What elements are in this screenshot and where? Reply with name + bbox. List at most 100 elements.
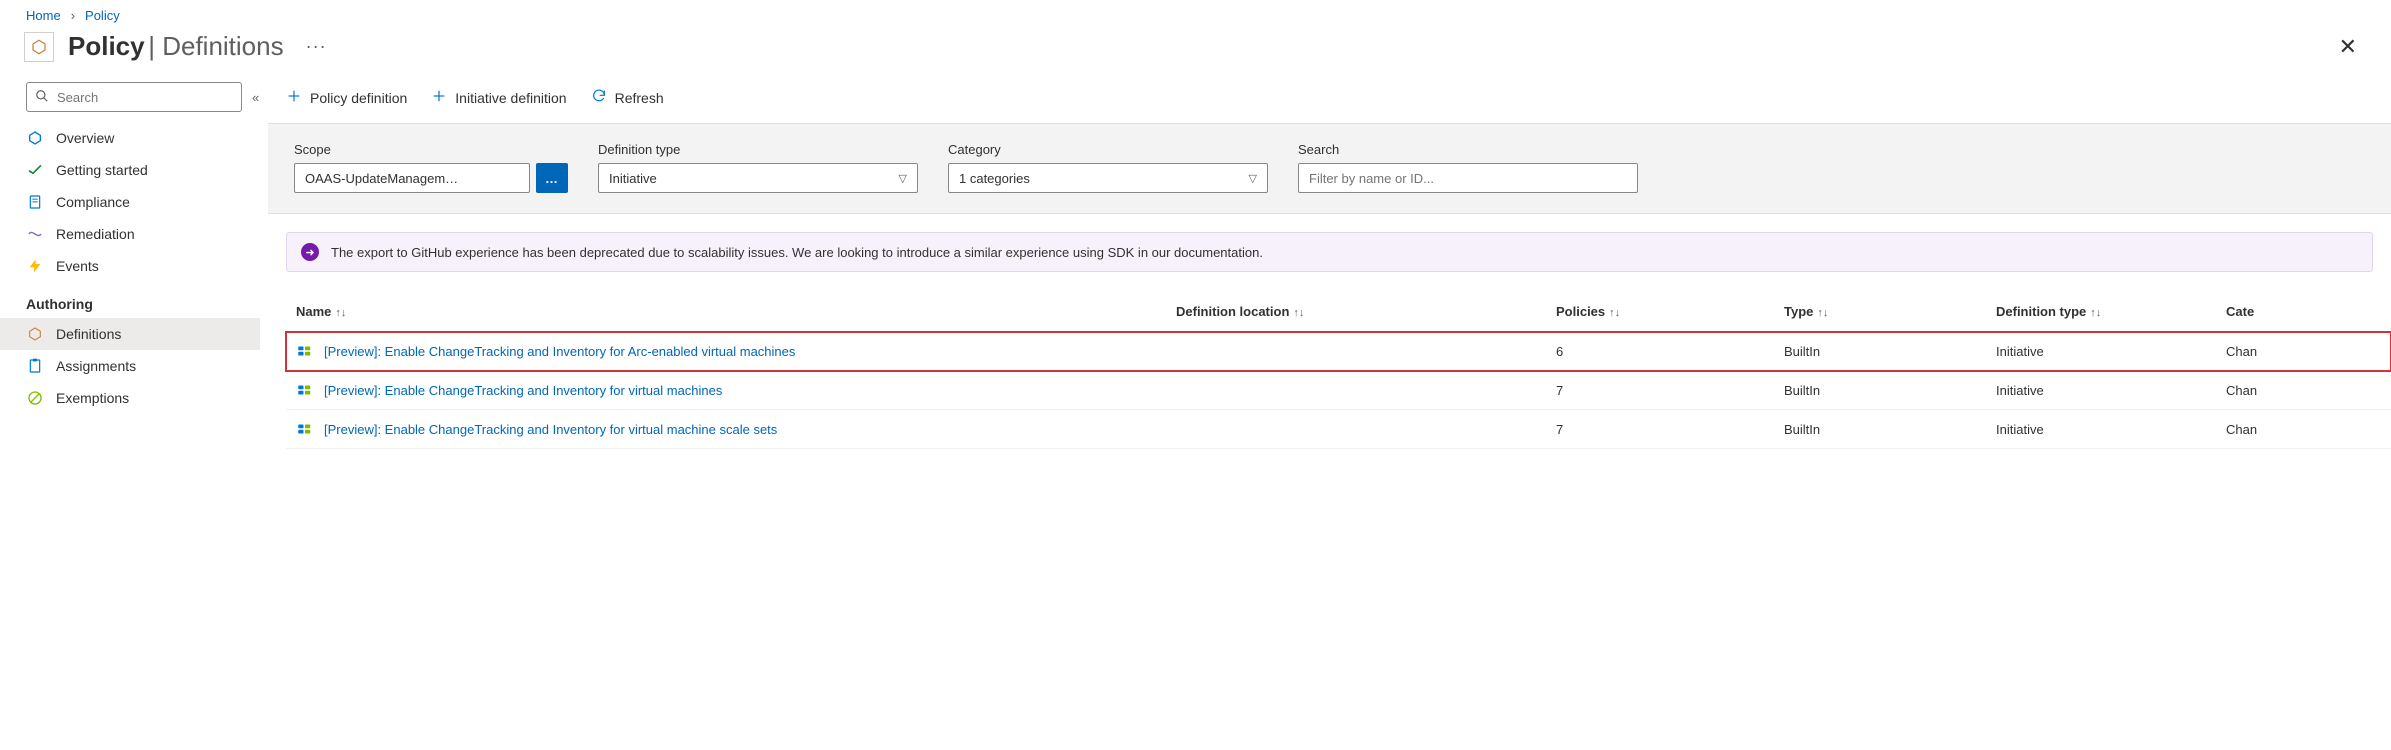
cell-location <box>1166 410 1546 449</box>
breadcrumb: Home › Policy <box>0 0 2391 27</box>
col-type[interactable]: Type↑↓ <box>1774 296 1986 332</box>
nav-events[interactable]: Events <box>0 250 260 282</box>
definition-name-link[interactable]: [Preview]: Enable ChangeTracking and Inv… <box>324 422 777 437</box>
table-row[interactable]: [Preview]: Enable ChangeTracking and Inv… <box>286 371 2391 410</box>
initiative-icon <box>296 342 314 360</box>
overview-icon <box>26 130 44 146</box>
col-category[interactable]: Cate <box>2216 296 2391 332</box>
filter-search-input[interactable] <box>1298 163 1638 193</box>
filter-category-select[interactable]: 1 categories ▽ <box>948 163 1268 193</box>
filter-search-label: Search <box>1298 142 1638 157</box>
sidebar-search-field[interactable] <box>57 90 233 105</box>
cell-category: Chan <box>2216 410 2391 449</box>
add-initiative-definition-button[interactable]: Initiative definition <box>431 88 566 107</box>
sort-icon: ↑↓ <box>1293 307 1304 319</box>
toolbar: Policy definition Initiative definition … <box>268 82 2391 123</box>
definition-name-link[interactable]: [Preview]: Enable ChangeTracking and Inv… <box>324 383 722 398</box>
col-name[interactable]: Name↑↓ <box>286 296 1166 332</box>
scope-picker-button[interactable]: … <box>536 163 568 193</box>
deprecation-banner: ➜ The export to GitHub experience has be… <box>286 232 2373 272</box>
nav-label: Getting started <box>56 162 148 178</box>
filter-scope-select[interactable]: OAAS-UpdateManagem… <box>294 163 530 193</box>
toolbar-label: Refresh <box>615 90 664 106</box>
refresh-icon <box>591 88 607 107</box>
nav-assignments[interactable]: Assignments <box>0 350 260 382</box>
add-policy-definition-button[interactable]: Policy definition <box>286 88 407 107</box>
compliance-icon <box>26 194 44 210</box>
refresh-button[interactable]: Refresh <box>591 88 664 107</box>
filter-category-label: Category <box>948 142 1268 157</box>
nav-overview[interactable]: Overview <box>0 122 260 154</box>
nav-section-authoring: Authoring <box>0 282 260 318</box>
nav-label: Remediation <box>56 226 135 242</box>
info-icon: ➜ <box>301 243 319 261</box>
sort-icon: ↑↓ <box>2090 307 2101 319</box>
plus-icon <box>286 88 302 107</box>
table-header-row: Name↑↓ Definition location↑↓ Policies↑↓ … <box>286 296 2391 332</box>
chevron-down-icon: ▽ <box>899 172 907 185</box>
nav-exemptions[interactable]: Exemptions <box>0 382 260 414</box>
nav-definitions[interactable]: Definitions <box>0 318 260 350</box>
cell-policies: 7 <box>1546 371 1774 410</box>
filter-scope-value: OAAS-UpdateManagem… <box>305 171 458 186</box>
page-title-bold: Policy <box>68 31 145 61</box>
cell-location <box>1166 371 1546 410</box>
nav-label: Exemptions <box>56 390 129 406</box>
nav-remediation[interactable]: Remediation <box>0 218 260 250</box>
filter-search-field[interactable] <box>1309 171 1627 186</box>
nav-label: Overview <box>56 130 114 146</box>
nav-label: Events <box>56 258 99 274</box>
definitions-icon <box>26 326 44 342</box>
col-location[interactable]: Definition location↑↓ <box>1166 296 1546 332</box>
events-icon <box>26 258 44 274</box>
chevron-down-icon: ▽ <box>1249 172 1257 185</box>
table-row[interactable]: [Preview]: Enable ChangeTracking and Inv… <box>286 332 2391 371</box>
filter-scope-label: Scope <box>294 142 568 157</box>
exemptions-icon <box>26 390 44 406</box>
cell-type: BuiltIn <box>1774 371 1986 410</box>
filter-category-value: 1 categories <box>959 171 1030 186</box>
page-title-sep: | <box>148 31 162 61</box>
sort-icon: ↑↓ <box>335 307 346 319</box>
definition-name-link[interactable]: [Preview]: Enable ChangeTracking and Inv… <box>324 344 795 359</box>
sidebar-collapse-button[interactable]: « <box>252 90 259 105</box>
getting-started-icon <box>26 162 44 178</box>
filter-deftype-group: Definition type Initiative ▽ <box>598 142 918 193</box>
filter-scope-group: Scope OAAS-UpdateManagem… … <box>294 142 568 193</box>
search-icon <box>35 89 49 106</box>
close-button[interactable]: ✕ <box>2329 34 2367 60</box>
page-title-rest: Definitions <box>162 31 283 61</box>
policy-icon <box>24 32 54 62</box>
initiative-icon <box>296 420 314 438</box>
breadcrumb-sep: › <box>71 8 75 23</box>
toolbar-label: Initiative definition <box>455 90 566 106</box>
remediation-icon <box>26 226 44 242</box>
filter-deftype-value: Initiative <box>609 171 657 186</box>
nav-getting-started[interactable]: Getting started <box>0 154 260 186</box>
assignments-icon <box>26 358 44 374</box>
breadcrumb-policy[interactable]: Policy <box>85 8 120 23</box>
table-row[interactable]: [Preview]: Enable ChangeTracking and Inv… <box>286 410 2391 449</box>
content-area: Policy definition Initiative definition … <box>268 82 2391 449</box>
plus-icon <box>431 88 447 107</box>
sidebar: « Overview Getting started Compliance Re… <box>0 82 268 449</box>
cell-category: Chan <box>2216 371 2391 410</box>
initiative-icon <box>296 381 314 399</box>
sidebar-search-input[interactable] <box>26 82 242 112</box>
filter-search-group: Search <box>1298 142 1638 193</box>
filter-deftype-select[interactable]: Initiative ▽ <box>598 163 918 193</box>
header-more-button[interactable]: ··· <box>298 32 335 61</box>
toolbar-label: Policy definition <box>310 90 407 106</box>
breadcrumb-home[interactable]: Home <box>26 8 61 23</box>
banner-text: The export to GitHub experience has been… <box>331 245 1263 260</box>
nav-label: Assignments <box>56 358 136 374</box>
nav-label: Compliance <box>56 194 130 210</box>
col-policies[interactable]: Policies↑↓ <box>1546 296 1774 332</box>
cell-category: Chan <box>2216 332 2391 371</box>
sort-icon: ↑↓ <box>1817 307 1828 319</box>
cell-type: BuiltIn <box>1774 332 1986 371</box>
definitions-table: Name↑↓ Definition location↑↓ Policies↑↓ … <box>268 272 2391 449</box>
nav-compliance[interactable]: Compliance <box>0 186 260 218</box>
col-deftype[interactable]: Definition type↑↓ <box>1986 296 2216 332</box>
page-header: Policy | Definitions ··· ✕ <box>0 27 2391 82</box>
